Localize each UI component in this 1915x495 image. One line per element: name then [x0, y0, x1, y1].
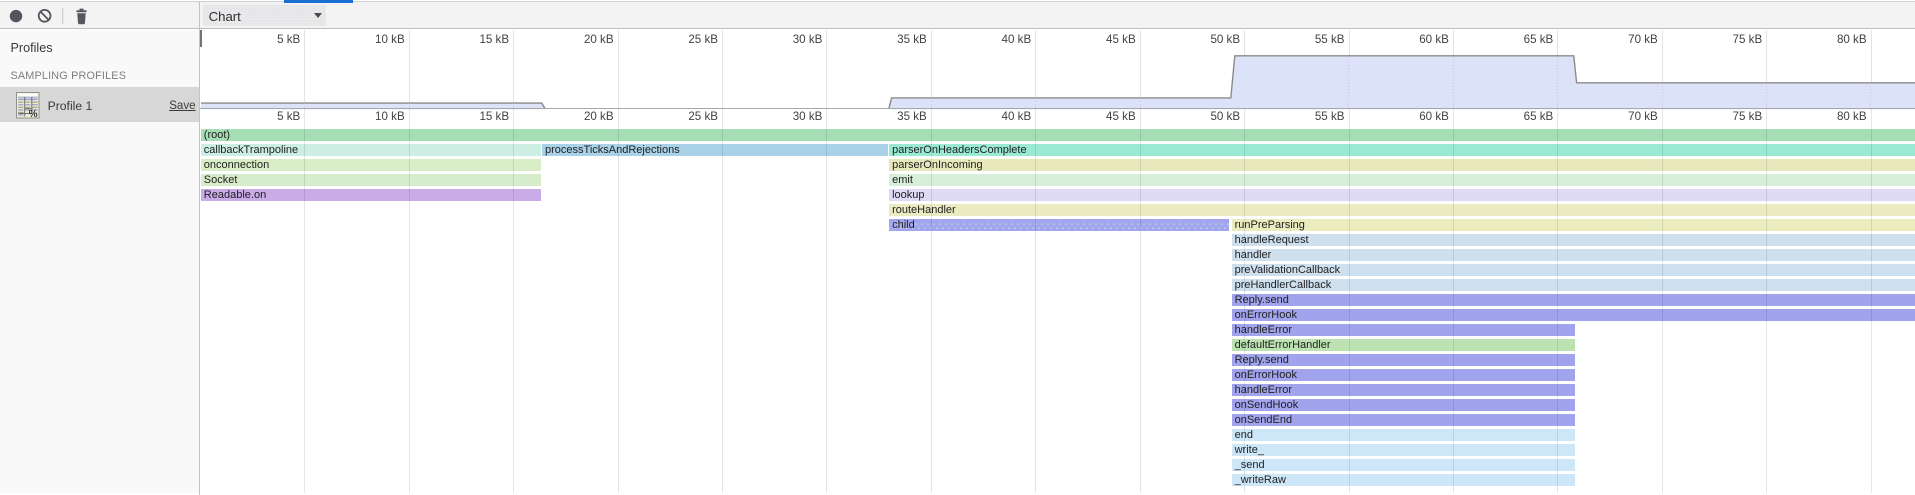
- svg-text:%: %: [29, 109, 38, 119]
